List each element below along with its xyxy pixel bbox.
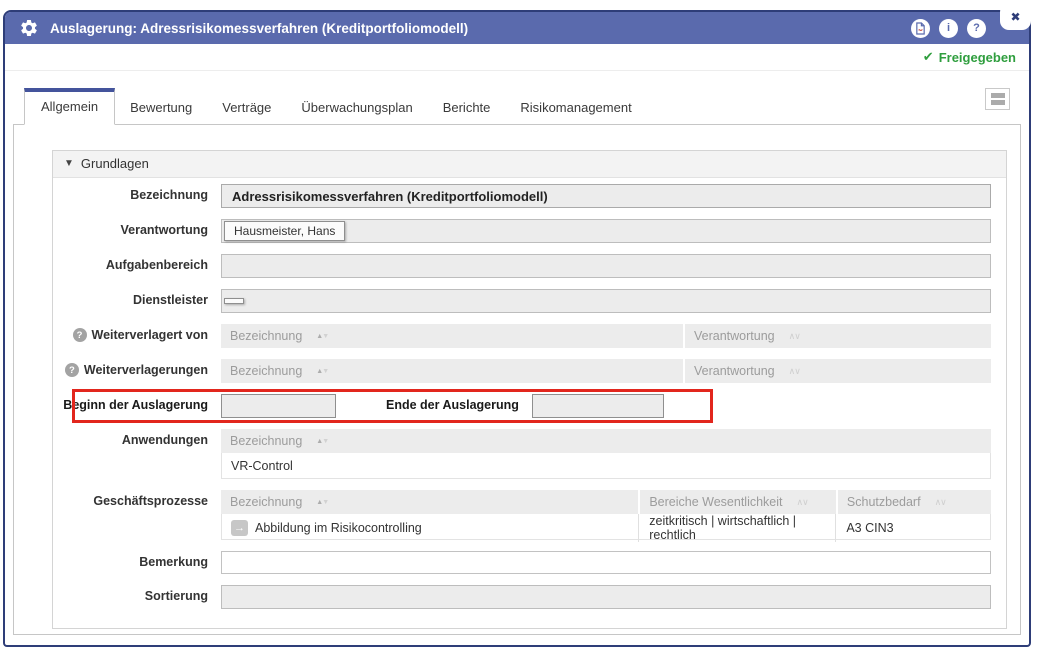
ende-der-auslagerung-label: Ende der Auslagerung	[386, 394, 519, 412]
column-header-bezeichnung[interactable]: Bezeichnung ▲▼	[221, 359, 683, 383]
sort-icon: ▲▼	[316, 368, 328, 375]
bemerkung-label: Bemerkung	[63, 551, 208, 569]
geschaeftsprozesse-label: Geschäftsprozesse	[63, 490, 208, 508]
collapse-caret-icon: ▼	[64, 158, 74, 169]
bezeichnung-label: Bezeichnung	[63, 184, 208, 202]
tab-risikomanagement[interactable]: Risikomanagement	[505, 91, 646, 124]
verantwortung-field[interactable]: Hausmeister, Hans	[221, 219, 991, 243]
sortierung-field[interactable]	[221, 585, 991, 609]
weiterverlagert-von-table-header: Bezeichnung ▲▼ Verantwortung ∧∨	[221, 324, 991, 348]
ende-der-auslagerung-field[interactable]	[532, 394, 664, 418]
dienstleister-label: Dienstleister	[63, 289, 208, 307]
tab-ueberwachungsplan[interactable]: Überwachungsplan	[286, 91, 427, 124]
column-header-bezeichnung[interactable]: Bezeichnung ▲▼	[221, 429, 991, 453]
status-badge: Freigegeben	[939, 50, 1016, 65]
verantwortung-label: Verantwortung	[63, 219, 208, 237]
bemerkung-field[interactable]	[221, 551, 991, 574]
sort-icon: ▲▼	[316, 499, 328, 506]
beginn-der-auslagerung-label: Beginn der Auslagerung	[63, 394, 208, 412]
sort-icon: ∧∨	[789, 331, 800, 342]
anwendungen-table-header: Bezeichnung ▲▼	[221, 429, 991, 453]
pdf-export-icon[interactable]	[911, 19, 930, 38]
checkmark-icon: ✔	[923, 49, 934, 65]
bezeichnung-field[interactable]: Adressrisikomessverfahren (Kreditportfol…	[221, 184, 991, 208]
sort-icon: ∧∨	[789, 366, 800, 377]
window-title: Auslagerung: Adressrisikomessverfahren (…	[50, 21, 468, 36]
navigate-arrow-icon[interactable]: →	[231, 520, 248, 536]
titlebar: Auslagerung: Adressrisikomessverfahren (…	[5, 12, 1029, 44]
column-header-verantwortung[interactable]: Verantwortung ∧∨	[685, 359, 991, 383]
sortierung-label: Sortierung	[63, 585, 208, 603]
geschaeftsprozesse-table-header: Bezeichnung ▲▼ Bereiche Wesentlichkeit ∧…	[221, 490, 991, 514]
question-help-icon[interactable]: ?	[65, 363, 79, 377]
layout-panels-icon[interactable]	[985, 88, 1010, 110]
aufgabenbereich-field[interactable]	[221, 254, 991, 278]
question-help-icon[interactable]: ?	[73, 328, 87, 342]
help-icon[interactable]: ?	[967, 19, 986, 38]
dienstleister-field[interactable]	[221, 289, 991, 313]
tab-content: ▼ Grundlagen Bezeichnung Adressrisikomes…	[13, 124, 1021, 635]
column-header-verantwortung[interactable]: Verantwortung ∧∨	[685, 324, 991, 348]
close-icon[interactable]: ✖	[1000, 3, 1031, 30]
tab-allgemein[interactable]: Allgemein	[24, 88, 115, 125]
column-header-schutzbedarf[interactable]: Schutzbedarf ∧∨	[838, 490, 991, 514]
sort-icon: ▲▼	[316, 438, 328, 445]
beginn-der-auslagerung-field[interactable]	[221, 394, 336, 418]
app-window: ✖ Auslagerung: Adressrisikomessverfahren…	[3, 10, 1031, 647]
tab-bar: Allgemein Bewertung Verträge Überwachung…	[5, 88, 1029, 124]
weiterverlagert-von-label: ? Weiterverlagert von	[63, 324, 208, 342]
column-header-bezeichnung[interactable]: Bezeichnung ▲▼	[221, 490, 638, 514]
weiterverlagerungen-label: ? Weiterverlagerungen	[63, 359, 208, 377]
grundlagen-groupbox: ▼ Grundlagen Bezeichnung Adressrisikomes…	[52, 150, 1007, 629]
column-header-bereiche-wesentlichkeit[interactable]: Bereiche Wesentlichkeit ∧∨	[640, 490, 836, 514]
verantwortung-chip[interactable]: Hausmeister, Hans	[224, 221, 345, 241]
geschaeftsprozesse-table-row[interactable]: → Abbildung im Risikocontrolling zeitkri…	[221, 514, 991, 540]
sort-icon: ∧∨	[797, 497, 808, 508]
info-icon[interactable]: i	[939, 19, 958, 38]
gear-icon	[18, 18, 39, 39]
anwendungen-table-row[interactable]: VR-Control	[221, 453, 991, 479]
tab-berichte[interactable]: Berichte	[428, 91, 506, 124]
grundlagen-section-header[interactable]: ▼ Grundlagen	[53, 151, 1006, 178]
column-header-bezeichnung[interactable]: Bezeichnung ▲▼	[221, 324, 683, 348]
aufgabenbereich-label: Aufgabenbereich	[63, 254, 208, 272]
tab-vertraege[interactable]: Verträge	[207, 91, 286, 124]
weiterverlagerungen-table-header: Bezeichnung ▲▼ Verantwortung ∧∨	[221, 359, 991, 383]
sort-icon: ∧∨	[935, 497, 946, 508]
anwendungen-label: Anwendungen	[63, 429, 208, 447]
sort-icon: ▲▼	[316, 333, 328, 340]
tab-bewertung[interactable]: Bewertung	[115, 91, 207, 124]
status-bar: ✔ Freigegeben	[5, 44, 1029, 71]
dienstleister-chip[interactable]	[224, 298, 244, 304]
section-title: Grundlagen	[81, 156, 149, 171]
